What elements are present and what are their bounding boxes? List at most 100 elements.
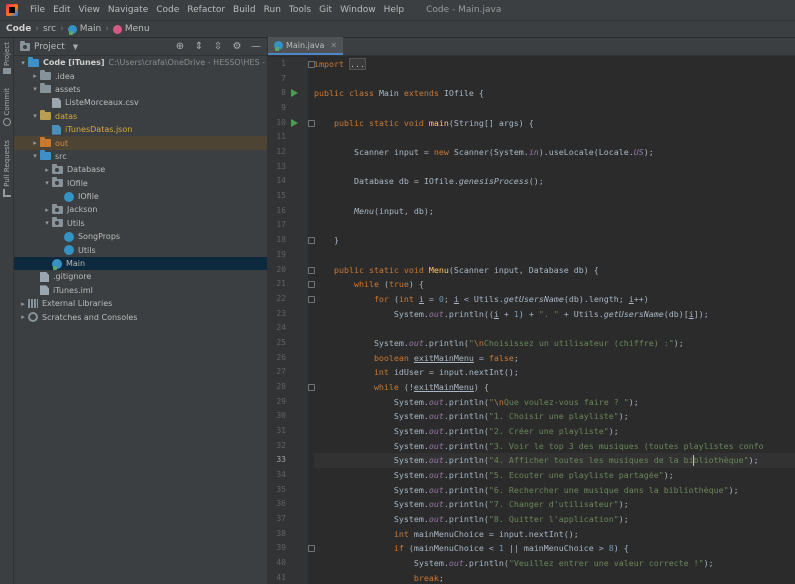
run-gutter-icon[interactable] <box>291 89 298 98</box>
tree-item[interactable]: ▸Utils <box>14 243 267 256</box>
menu-help[interactable]: Help <box>380 5 409 15</box>
gutter-line[interactable]: 20 <box>268 263 308 278</box>
code-line[interactable]: if (mainMenuChoice < 1 || mainMenuChoice… <box>314 541 795 556</box>
gutter-line[interactable]: 38 <box>268 527 308 542</box>
tree-item[interactable]: ▸ Database <box>14 163 267 176</box>
chevron-right-icon[interactable]: ▸ <box>18 300 28 308</box>
menu-run[interactable]: Run <box>260 5 285 15</box>
tool-tab-commit[interactable]: Commit <box>1 88 13 126</box>
menu-edit[interactable]: Edit <box>49 5 74 15</box>
tree-item[interactable]: ▸IOfile <box>14 190 267 203</box>
code-line[interactable]: System.out.println("7. Changer d'utilisa… <box>314 497 795 512</box>
tree-item[interactable]: ▸ Scratches and Consoles <box>14 310 267 323</box>
menu-navigate[interactable]: Navigate <box>104 5 152 15</box>
gutter-line[interactable]: 40 <box>268 556 308 571</box>
gutter-line[interactable]: 24 <box>268 321 308 336</box>
gutter-line[interactable]: 17 <box>268 218 308 233</box>
code-line[interactable]: System.out.println("8. Quitter l'applica… <box>314 512 795 527</box>
tree-item[interactable]: ▾ IOfile <box>14 177 267 190</box>
chevron-down-icon[interactable]: ▾ <box>30 85 40 93</box>
chevron-right-icon[interactable]: ▸ <box>18 313 28 321</box>
code-line[interactable]: int mainMenuChoice = input.nextInt(); <box>314 527 795 542</box>
gutter-line[interactable]: 30 <box>268 409 308 424</box>
locate-icon[interactable]: ⊕ <box>175 41 185 52</box>
gutter-line[interactable]: 7 <box>268 72 308 87</box>
chevron-right-icon[interactable]: ▸ <box>42 206 52 214</box>
code-line[interactable] <box>314 101 795 116</box>
gutter-line[interactable]: 22 <box>268 292 308 307</box>
code-line[interactable] <box>314 189 795 204</box>
fold-marker-icon[interactable] <box>308 383 315 391</box>
code-line[interactable]: System.out.println("\nQue voulez-vous fa… <box>314 395 795 410</box>
gutter-line[interactable]: 16 <box>268 204 308 219</box>
code-line[interactable]: System.out.println("5. Ecouter une playl… <box>314 468 795 483</box>
code-line[interactable] <box>314 160 795 175</box>
fold-marker-icon[interactable] <box>308 119 315 127</box>
code-line[interactable]: Scanner input = new Scanner(System.in).u… <box>314 145 795 160</box>
fold-marker-icon[interactable] <box>308 61 315 68</box>
tree-item[interactable]: ▾ datas <box>14 110 267 123</box>
run-gutter-icon[interactable] <box>291 118 298 127</box>
code-line[interactable] <box>314 321 795 336</box>
code-line[interactable]: while (true) { <box>314 277 795 292</box>
menu-tools[interactable]: Tools <box>285 5 315 15</box>
chevron-right-icon[interactable]: ▸ <box>42 166 52 174</box>
gutter-line[interactable]: 39 <box>268 541 308 556</box>
tree-item[interactable]: ▸ Jackson <box>14 203 267 216</box>
menu-file[interactable]: File <box>26 5 49 15</box>
code-line[interactable]: import ... <box>314 57 795 72</box>
gutter-line[interactable]: 33 <box>268 453 308 468</box>
menu-view[interactable]: View <box>75 5 104 15</box>
gutter-line[interactable]: 34 <box>268 468 308 483</box>
code-line[interactable]: System.out.println("1. Choisir une playl… <box>314 409 795 424</box>
tree-item[interactable]: ▸iTunesDatas.json <box>14 123 267 136</box>
chevron-right-icon[interactable]: ▸ <box>30 139 40 147</box>
menu-window[interactable]: Window <box>336 5 380 15</box>
gutter-line[interactable]: 36 <box>268 497 308 512</box>
hide-panel-icon[interactable]: — <box>251 41 261 52</box>
tree-item[interactable]: ▾ Code [iTunes] C:\Users\crafa\OneDrive - … <box>14 56 267 69</box>
gear-icon[interactable]: ⚙ <box>232 41 242 52</box>
menu-build[interactable]: Build <box>229 5 260 15</box>
gutter-line[interactable]: 9 <box>268 101 308 116</box>
fold-marker-icon[interactable] <box>308 295 315 303</box>
gutter-line[interactable]: 32 <box>268 439 308 454</box>
code-line[interactable]: public static void Menu(Scanner input, D… <box>314 263 795 278</box>
code-line[interactable]: for (int i = 0; i < Utils.getUsersName(d… <box>314 292 795 307</box>
breadcrumb-main[interactable]: Main <box>67 24 101 35</box>
chevron-down-icon[interactable]: ▾ <box>18 59 28 67</box>
code-line[interactable]: public static void main(String[] args) { <box>314 116 795 131</box>
gutter-line[interactable]: 28 <box>268 380 308 395</box>
gutter-line[interactable]: 31 <box>268 424 308 439</box>
code-line[interactable]: Menu(input, db); <box>314 204 795 219</box>
gutter-line[interactable]: 1 <box>268 57 308 72</box>
code-line[interactable]: while (!exitMainMenu) { <box>314 380 795 395</box>
collapse-all-icon[interactable]: ⇳ <box>213 41 223 52</box>
gutter-line[interactable]: 11 <box>268 130 308 145</box>
code-line[interactable]: System.out.println("Veuillez entrer une … <box>314 556 795 571</box>
code-line[interactable] <box>314 72 795 87</box>
tree-item[interactable]: ▸SongProps <box>14 230 267 243</box>
gutter-line[interactable]: 26 <box>268 351 308 366</box>
intellij-logo-icon[interactable] <box>6 4 18 16</box>
gutter-line[interactable]: 29 <box>268 395 308 410</box>
tree-item[interactable]: ▸ out <box>14 136 267 150</box>
gutter-line[interactable]: 21 <box>268 277 308 292</box>
breadcrumb-project[interactable]: Code <box>6 24 31 34</box>
expand-all-icon[interactable]: ⇕ <box>194 41 204 52</box>
gutter-line[interactable]: 14 <box>268 174 308 189</box>
tree-item[interactable]: ▸ External Libraries <box>14 297 267 310</box>
menu-code[interactable]: Code <box>152 5 183 15</box>
gutter-line[interactable]: 8 <box>268 86 308 101</box>
tree-item[interactable]: ▸iTunes.iml <box>14 284 267 297</box>
tree-item[interactable]: ▾ Utils <box>14 217 267 230</box>
tree-item[interactable]: ▾ src <box>14 150 267 163</box>
code-line[interactable] <box>314 218 795 233</box>
chevron-down-icon[interactable]: ▾ <box>42 179 52 187</box>
fold-marker-icon[interactable] <box>308 545 315 553</box>
code-line[interactable] <box>314 248 795 263</box>
code-line[interactable]: Database db = IOfile.genesisProcess(); <box>314 174 795 189</box>
fold-marker-icon[interactable] <box>308 266 315 274</box>
code-line[interactable]: System.out.println((i + 1) + ". " + Util… <box>314 307 795 322</box>
breadcrumb-src[interactable]: src <box>43 24 56 34</box>
